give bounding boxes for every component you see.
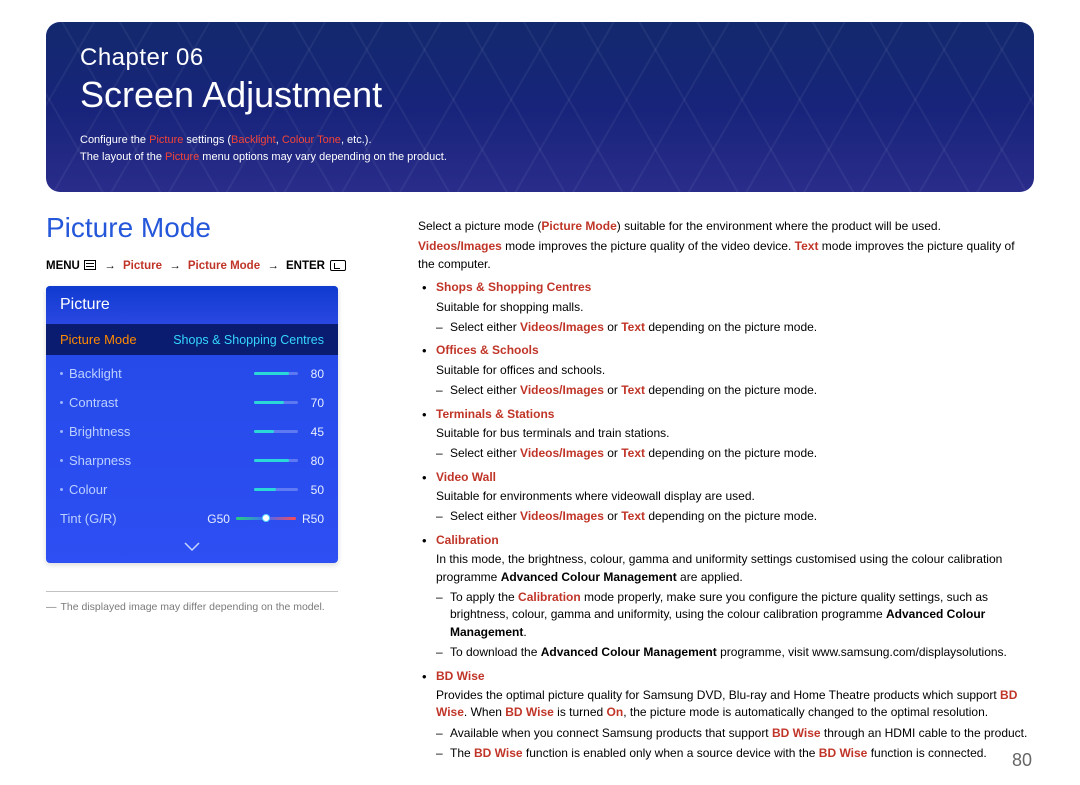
list-item-calibration: Calibration In this mode, the brightness…	[418, 532, 1034, 662]
osd-item-label: Backlight	[69, 366, 122, 381]
enter-icon	[330, 260, 346, 271]
body-paragraph-2: Videos/Images mode improves the picture …	[418, 238, 1034, 273]
intro-line-1: Configure the Picture settings (Backligh…	[80, 132, 1000, 149]
osd-item-value: 80	[306, 454, 324, 468]
chevron-down-icon	[184, 542, 200, 552]
bdwise-note-2: The BD Wise function is enabled only whe…	[436, 745, 1034, 762]
slider-track[interactable]	[254, 372, 298, 375]
osd-slider-row[interactable]: Contrast 70	[60, 388, 324, 417]
menu-path: MENU → Picture → Picture Mode → ENTER	[46, 260, 376, 272]
osd-panel: Picture Picture Mode Shops & Shopping Ce…	[46, 286, 338, 563]
menu-icon	[84, 260, 96, 270]
osd-slider-row[interactable]: Colour 50	[60, 475, 324, 504]
right-column: Select a picture mode (Picture Mode) sui…	[418, 212, 1034, 763]
divider	[46, 591, 338, 592]
list-item: Offices & SchoolsSuitable for offices an…	[418, 342, 1034, 399]
section-heading: Picture Mode	[46, 212, 376, 244]
list-sub-item: Select either Videos/Images or Text depe…	[436, 319, 1034, 336]
osd-item-label: Colour	[69, 482, 107, 497]
osd-item-value: 45	[306, 425, 324, 439]
calibration-note-1: To apply the Calibration mode properly, …	[436, 589, 1034, 641]
list-item: Shops & Shopping CentresSuitable for sho…	[418, 279, 1034, 336]
slider-track[interactable]	[254, 459, 298, 462]
osd-item-value: 50	[306, 483, 324, 497]
body-paragraph-1: Select a picture mode (Picture Mode) sui…	[418, 218, 1034, 235]
chapter-label: Chapter 06	[80, 44, 1000, 72]
list-item: Terminals & StationsSuitable for bus ter…	[418, 406, 1034, 463]
osd-slider-row[interactable]: Sharpness 80	[60, 446, 324, 475]
list-sub-item: Select either Videos/Images or Text depe…	[436, 382, 1034, 399]
chapter-title: Screen Adjustment	[80, 74, 1000, 116]
osd-slider-row[interactable]: Brightness 45	[60, 417, 324, 446]
osd-tint-g: G50	[207, 512, 230, 526]
slider-track[interactable]	[254, 401, 298, 404]
osd-tint-bar[interactable]	[236, 517, 296, 520]
slider-track[interactable]	[254, 488, 298, 491]
osd-tint-row[interactable]: Tint (G/R) G50 R50	[60, 504, 324, 533]
osd-picture-mode-row[interactable]: Picture Mode Shops & Shopping Centres	[46, 324, 338, 355]
list-item: Video WallSuitable for environments wher…	[418, 469, 1034, 526]
chapter-header: Chapter 06 Screen Adjustment Configure t…	[46, 22, 1034, 192]
osd-slider-row[interactable]: Backlight 80	[60, 359, 324, 388]
osd-title: Picture	[46, 286, 338, 324]
osd-mode-label: Picture Mode	[60, 332, 137, 347]
osd-item-value: 80	[306, 367, 324, 381]
footnote-left: ―The displayed image may differ dependin…	[46, 600, 338, 616]
osd-scroll-down[interactable]	[46, 535, 338, 563]
osd-tint-label: Tint (G/R)	[60, 511, 117, 526]
left-column: Picture Mode MENU → Picture → Picture Mo…	[46, 212, 376, 616]
osd-item-label: Brightness	[69, 424, 130, 439]
osd-tint-r: R50	[302, 512, 324, 526]
list-item-bdwise: BD Wise Provides the optimal picture qua…	[418, 668, 1034, 763]
osd-item-label: Contrast	[69, 395, 118, 410]
page-number: 80	[1012, 750, 1032, 771]
osd-item-value: 70	[306, 396, 324, 410]
slider-track[interactable]	[254, 430, 298, 433]
osd-item-label: Sharpness	[69, 453, 131, 468]
bdwise-note-1: Available when you connect Samsung produ…	[436, 725, 1034, 742]
calibration-note-2: To download the Advanced Colour Manageme…	[436, 644, 1034, 661]
intro-line-2: The layout of the Picture menu options m…	[80, 149, 1000, 166]
list-sub-item: Select either Videos/Images or Text depe…	[436, 508, 1034, 525]
osd-mode-value: Shops & Shopping Centres	[173, 333, 324, 347]
list-sub-item: Select either Videos/Images or Text depe…	[436, 445, 1034, 462]
